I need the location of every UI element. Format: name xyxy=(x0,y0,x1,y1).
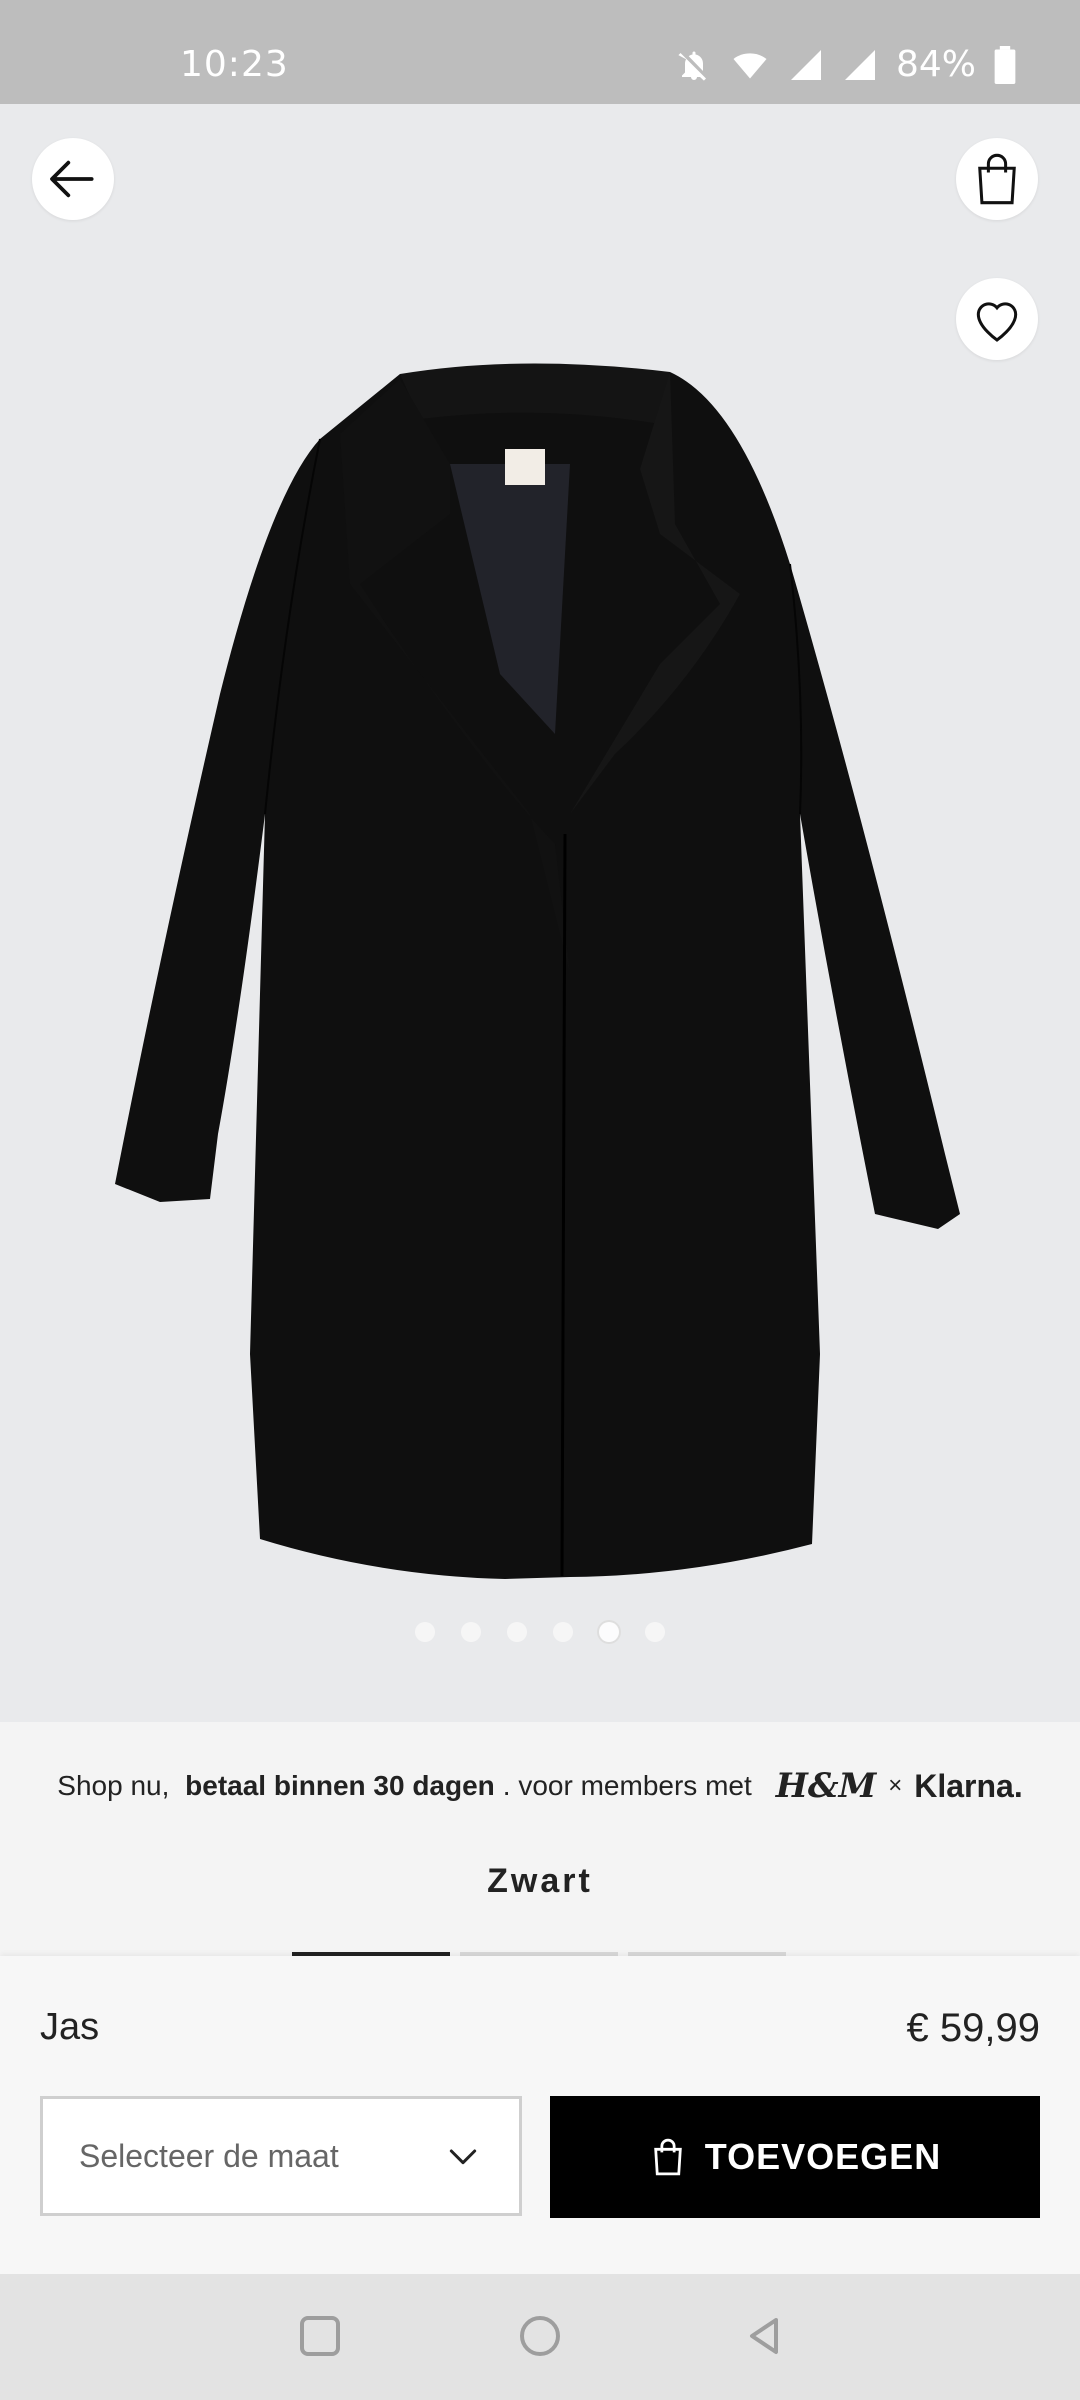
hm-logo: H&M xyxy=(775,1766,877,1806)
purchase-panel: Jas € 59,99 Selecteer de maat TOEVOEGEN xyxy=(0,1956,1080,2274)
carousel-dot[interactable] xyxy=(461,1622,481,1642)
signal-icon xyxy=(844,49,875,80)
shopping-bag-icon xyxy=(978,153,1016,205)
carousel-dot[interactable] xyxy=(507,1622,527,1642)
add-to-bag-label: TOEVOEGEN xyxy=(704,2136,942,2177)
carousel-dot[interactable] xyxy=(645,1622,665,1642)
heart-icon xyxy=(976,302,1018,342)
carousel-indicators xyxy=(0,1622,1080,1642)
arrow-left-icon xyxy=(50,160,94,198)
recents-square-icon[interactable] xyxy=(296,2312,344,2360)
product-name: Jas xyxy=(40,2006,100,2048)
carousel-dot[interactable] xyxy=(553,1622,573,1642)
battery-icon xyxy=(994,45,1016,84)
promo-bold: betaal binnen 30 dagen xyxy=(185,1770,495,1801)
signal-icon xyxy=(790,49,821,80)
promo-section: Shop nu, betaal binnen 30 dagen. voor me… xyxy=(0,1722,1080,1962)
back-button[interactable] xyxy=(32,138,114,220)
promo-suffix: . voor members met xyxy=(502,1770,752,1801)
carousel-dot[interactable] xyxy=(415,1622,435,1642)
favorite-button[interactable] xyxy=(956,278,1038,360)
bell-off-icon xyxy=(678,51,706,81)
times-symbol: × xyxy=(888,1772,903,1799)
shopping-bag-button[interactable] xyxy=(956,138,1038,220)
product-image-carousel[interactable] xyxy=(0,104,1080,1722)
add-to-bag-button[interactable]: TOEVOEGEN xyxy=(550,2096,1040,2218)
back-triangle-icon[interactable] xyxy=(740,2312,788,2360)
system-nav-bar xyxy=(0,2274,1080,2400)
size-select[interactable]: Selecteer de maat xyxy=(40,2096,522,2216)
size-select-placeholder: Selecteer de maat xyxy=(79,2137,339,2174)
status-right: 84% xyxy=(676,44,1016,85)
klarna-promo[interactable]: Shop nu, betaal binnen 30 dagen. voor me… xyxy=(0,1766,1080,1806)
black-coat-image xyxy=(115,363,960,1579)
klarna-logo: Klarna. xyxy=(914,1767,1023,1804)
wifi-icon xyxy=(733,52,767,78)
chevron-down-icon xyxy=(449,2149,477,2165)
product-price: € 59,99 xyxy=(906,2006,1040,2050)
promo-prefix: Shop nu, xyxy=(57,1770,178,1801)
color-name: Zwart xyxy=(487,1862,593,1900)
battery-percent: 84% xyxy=(895,44,976,85)
shopping-bag-icon xyxy=(654,2138,682,2176)
status-bar: 10:23 84% xyxy=(0,0,1080,104)
status-time: 10:23 xyxy=(180,44,289,85)
home-circle-icon[interactable] xyxy=(516,2312,564,2360)
carousel-dot-active[interactable] xyxy=(599,1622,619,1642)
